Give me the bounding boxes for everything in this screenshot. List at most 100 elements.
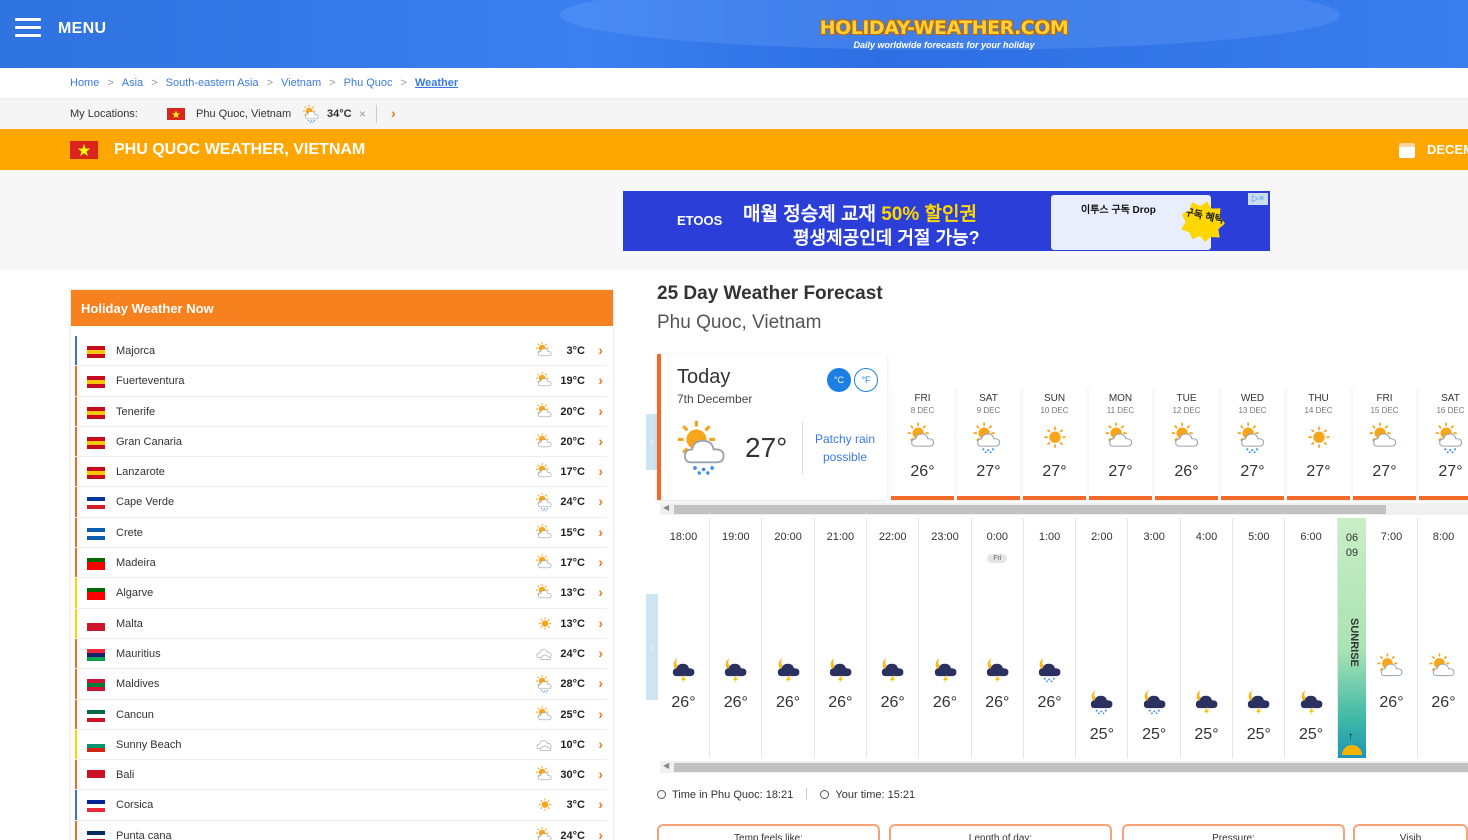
hour-forecast-column[interactable]: 3:00 25° — [1128, 518, 1181, 758]
breadcrumb-item[interactable]: South-eastern Asia — [166, 77, 259, 89]
chevron-right-icon[interactable]: › — [598, 615, 603, 631]
breadcrumb-item[interactable]: Asia — [122, 77, 143, 89]
day-forecast-card[interactable]: SAT 9 DEC 27° — [957, 386, 1020, 500]
chevron-right-icon[interactable]: › — [391, 105, 396, 121]
scrollbar-thumb[interactable] — [674, 505, 1386, 514]
hour-forecast-column[interactable]: 6:00 25° — [1285, 518, 1338, 758]
day-forecast-card[interactable]: FRI 8 DEC 26° — [891, 386, 954, 500]
advertisement-banner[interactable]: ETOOS 매월 정승제 교재 50% 할인권 평생제공인데 거절 가능? 이투… — [623, 191, 1270, 251]
destination-row[interactable]: Maldives 28°C › — [75, 669, 607, 700]
time-in-label: Time in Phu Quoc: — [672, 789, 763, 801]
day-forecast-card[interactable]: TUE 12 DEC 26° — [1155, 386, 1218, 500]
hour-forecast-column[interactable]: 20:00 26° — [762, 518, 815, 758]
scroll-left-arrow-icon[interactable]: ◀ — [663, 761, 669, 770]
scrollbar-thumb[interactable] — [674, 763, 1468, 772]
destination-row[interactable]: Cape Verde 24°C › — [75, 487, 607, 518]
sun-cloud-icon — [535, 462, 555, 485]
hour-temp: 26° — [1431, 694, 1456, 711]
destination-row[interactable]: Corsica 3°C › — [75, 790, 607, 821]
scroll-left-arrow-icon[interactable]: ◀ — [663, 503, 669, 512]
country-flag-icon — [87, 467, 105, 482]
remove-location-icon[interactable]: × — [359, 107, 366, 121]
destination-row[interactable]: Cancun 25°C › — [75, 699, 607, 730]
fahrenheit-toggle[interactable]: °F — [854, 368, 878, 392]
chevron-right-icon[interactable]: › — [598, 433, 603, 449]
chevron-right-icon[interactable]: › — [598, 796, 603, 812]
hour-forecast-column[interactable]: 7:00 26° — [1366, 518, 1418, 758]
menu-label[interactable]: MENU — [58, 20, 106, 38]
destination-row[interactable]: Bali 30°C › — [75, 760, 607, 791]
destination-row[interactable]: Crete 15°C › — [75, 517, 607, 549]
day-forecast-card[interactable]: SAT 16 DEC 27° — [1419, 386, 1468, 500]
ad-box-title: 이투스 구독 Drop — [1081, 205, 1156, 216]
hour-forecast-column[interactable]: 4:00 25° — [1181, 518, 1233, 758]
saved-location-name[interactable]: Phu Quoc, Vietnam — [196, 108, 291, 120]
destination-temp: 24°C — [560, 647, 585, 660]
destination-row[interactable]: Fuerteventura 19°C › — [75, 366, 607, 397]
chevron-right-icon[interactable]: › — [598, 403, 603, 419]
chevron-right-icon[interactable]: › — [598, 584, 603, 600]
destination-row[interactable]: Majorca 3°C › — [75, 336, 607, 367]
day-name: FRI — [914, 393, 931, 404]
chevron-right-icon[interactable]: › — [598, 827, 603, 840]
hour-forecast-column[interactable]: 23:00 26° — [919, 518, 972, 758]
hour-forecast-column[interactable]: 18:00 26° — [658, 518, 710, 758]
chevron-right-icon[interactable]: › — [598, 524, 603, 540]
chevron-right-icon[interactable]: › — [598, 645, 603, 661]
hour-forecast-column[interactable]: 21:00 26° — [814, 518, 867, 758]
destination-row[interactable]: Gran Canaria 20°C › — [75, 426, 607, 458]
sun-cloud-icon — [1376, 652, 1408, 689]
hourly-scroll-left-icon[interactable]: ‹ — [646, 594, 658, 700]
destination-row[interactable]: Tenerife 20°C › — [75, 396, 607, 427]
hamburger-menu-icon[interactable] — [15, 18, 41, 38]
hour-forecast-column[interactable]: 19:00 26° — [710, 518, 763, 758]
day-forecast-card[interactable]: THU 14 DEC 27° — [1287, 386, 1350, 500]
destination-row[interactable]: Algarve 13°C › — [75, 578, 607, 609]
day-forecast-card[interactable]: WED 13 DEC 27° — [1221, 386, 1284, 500]
destination-row[interactable]: Madeira 17°C › — [75, 548, 607, 579]
chevron-right-icon[interactable]: › — [598, 372, 603, 388]
destination-name: Majorca — [116, 345, 156, 357]
month-selector[interactable]: DECEM — [1427, 142, 1468, 157]
hour-forecast-column[interactable]: 1:00 26° — [1024, 518, 1077, 758]
chevron-right-icon[interactable]: › — [598, 554, 603, 570]
destination-row[interactable]: Mauritius 24°C › — [75, 638, 607, 670]
day-forecast-card[interactable]: FRI 15 DEC 27° — [1353, 386, 1416, 500]
celsius-toggle[interactable]: °C — [827, 368, 851, 392]
chevron-right-icon[interactable]: › — [598, 706, 603, 722]
chevron-right-icon[interactable]: › — [598, 493, 603, 509]
day-forecast-card[interactable]: SUN 10 DEC 27° — [1023, 386, 1086, 500]
hour-forecast-column[interactable]: 8:00 26° — [1418, 518, 1468, 758]
chevron-right-icon[interactable]: › — [598, 342, 603, 358]
breadcrumb-item[interactable]: Home — [70, 77, 99, 89]
destination-temp: 24°C — [560, 496, 585, 509]
destination-row[interactable]: Sunny Beach 10°C › — [75, 729, 607, 761]
calendar-icon[interactable] — [1399, 143, 1415, 158]
country-flag-icon — [87, 497, 105, 512]
hour-forecast-column[interactable]: 2:00 25° — [1076, 518, 1129, 758]
chevron-right-icon[interactable]: › — [598, 463, 603, 479]
ad-close-icon[interactable]: ▷× — [1248, 193, 1268, 205]
daily-scrollbar[interactable]: ◀ — [660, 503, 1468, 515]
today-card[interactable]: Today 7th December °C °F 27° Patchy rain… — [657, 354, 887, 500]
day-temp: 26° — [910, 463, 935, 480]
sunrise-time: 06 09 — [1338, 531, 1366, 561]
breadcrumb-item[interactable]: Phu Quoc — [344, 77, 393, 89]
site-logo[interactable]: HOLIDAY-WEATHER.COM Daily worldwide fore… — [818, 17, 1070, 50]
destination-row[interactable]: Punta cana 24°C › — [75, 820, 607, 840]
hour-temp: 25° — [1089, 726, 1114, 743]
chevron-right-icon[interactable]: › — [598, 736, 603, 752]
night-storm-icon — [930, 652, 962, 689]
chevron-right-icon[interactable]: › — [598, 766, 603, 782]
breadcrumb-item[interactable]: Weather — [415, 77, 458, 89]
hour-forecast-column[interactable]: 5:00 25° — [1233, 518, 1286, 758]
day-temp: 27° — [976, 463, 1001, 480]
breadcrumb-item[interactable]: Vietnam — [281, 77, 321, 89]
hour-forecast-column[interactable]: 0:00 Fri 26° — [971, 518, 1024, 758]
destination-row[interactable]: Malta 13°C › — [75, 608, 607, 639]
destination-row[interactable]: Lanzarote 17°C › — [75, 457, 607, 488]
hour-forecast-column[interactable]: 22:00 26° — [867, 518, 920, 758]
day-forecast-card[interactable]: MON 11 DEC 27° — [1089, 386, 1152, 500]
hourly-scrollbar[interactable]: ◀ — [660, 761, 1468, 773]
chevron-right-icon[interactable]: › — [598, 675, 603, 691]
